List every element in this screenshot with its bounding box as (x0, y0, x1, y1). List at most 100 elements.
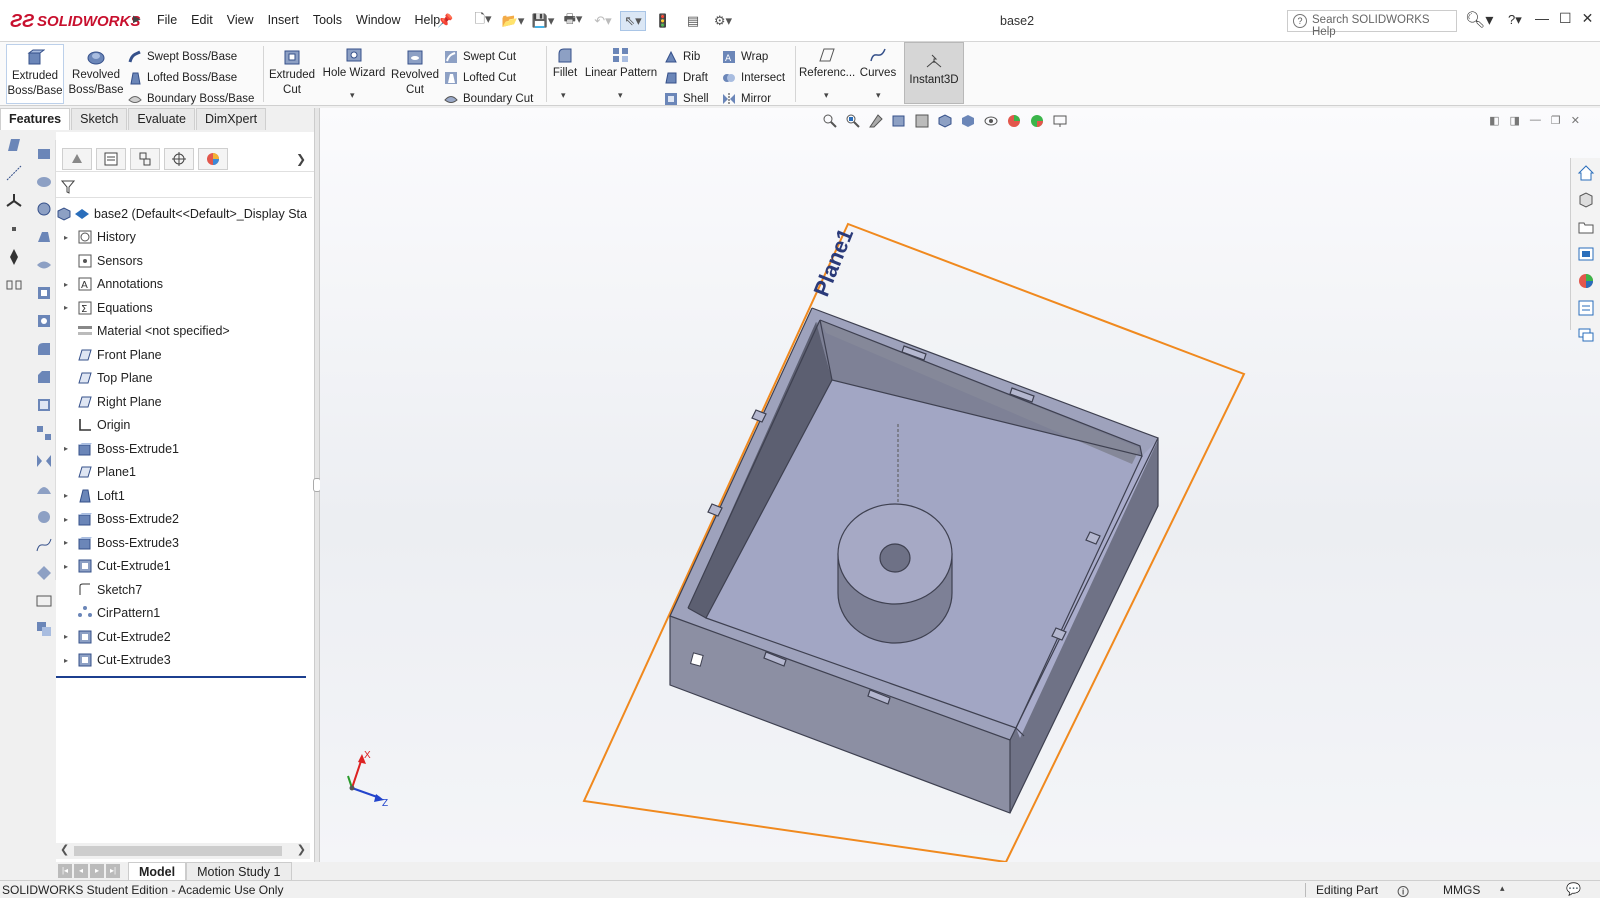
print-icon[interactable]: 🖶▾ (560, 11, 586, 31)
draft-button[interactable]: Draft (664, 69, 708, 87)
solidworks-logo[interactable]: ƧƧ SOLIDWORKS (10, 9, 140, 33)
tab-motion-study-1[interactable]: Motion Study 1 (186, 862, 292, 880)
mirror-button[interactable]: Mirror (722, 90, 771, 108)
tab-sketch[interactable]: Sketch (71, 108, 128, 130)
close-icon[interactable]: ✕ (1582, 10, 1594, 27)
hole-wizard-button[interactable]: Hole Wizard (321, 46, 387, 81)
tree-item-loft1[interactable]: ▸ Loft1 (56, 484, 314, 508)
reference-dropdown-icon[interactable]: ▾ (824, 90, 829, 101)
wrap-button[interactable]: A Wrap (722, 48, 768, 66)
expand-arrow-icon[interactable]: ▸ (61, 444, 71, 453)
expand-arrow-icon[interactable]: ▸ (61, 538, 71, 547)
curves-button[interactable]: Curves (858, 46, 898, 81)
sweep-tool-icon[interactable] (35, 200, 53, 218)
expand-arrow-icon[interactable]: ▸ (61, 562, 71, 571)
tree-item-boss-extrude3[interactable]: ▸ Boss-Extrude3 (56, 531, 314, 555)
help-question-icon[interactable]: ?▾ (1508, 12, 1522, 28)
lofted-cut-button[interactable]: Lofted Cut (444, 69, 516, 87)
expand-arrow-icon[interactable]: ▸ (61, 632, 71, 641)
new-document-icon[interactable]: 🗋▾ (470, 11, 496, 31)
reference-geometry-button[interactable]: Referenc... (799, 46, 855, 81)
dome-tool-icon[interactable] (35, 480, 53, 498)
tree-item-equations[interactable]: ▸ Σ Equations (56, 296, 314, 320)
tab-evaluate[interactable]: Evaluate (128, 108, 195, 130)
triad-icon[interactable] (5, 192, 23, 210)
boundary-boss-base-button[interactable]: Boundary Boss/Base (128, 90, 254, 108)
lofted-boss-base-button[interactable]: Lofted Boss/Base (128, 69, 237, 87)
file-explorer-icon[interactable] (1577, 218, 1595, 236)
options-gear-icon[interactable]: ⚙▾ (710, 11, 736, 31)
custom-properties-icon[interactable] (1577, 299, 1595, 317)
rib-button[interactable]: Rib (664, 48, 700, 66)
swept-cut-button[interactable]: Swept Cut (444, 48, 516, 66)
tree-item-right-plane[interactable]: Right Plane (56, 390, 314, 414)
loft-tool-icon[interactable] (35, 228, 53, 246)
minimize-icon[interactable]: — (1535, 10, 1549, 27)
tree-item-history[interactable]: ▸ History (56, 226, 314, 250)
cylinder-bore-hole[interactable] (879, 543, 911, 573)
pin-menu-icon[interactable]: 📌 (437, 13, 453, 29)
chamfer-tool-icon[interactable] (35, 368, 53, 386)
intersect-button[interactable]: Intersect (722, 69, 785, 87)
tab-features[interactable]: Features (0, 108, 71, 130)
expand-arrow-icon[interactable]: ▸ (61, 515, 71, 524)
revolve-tool-icon[interactable] (35, 172, 53, 190)
wrap-tool-icon[interactable] (35, 508, 53, 526)
model-canvas[interactable]: Plane1 X Z (320, 108, 1600, 862)
tab-dimxpert[interactable]: DimXpert (195, 108, 267, 130)
feature-manager-tab-icon[interactable] (62, 147, 92, 170)
swept-boss-base-button[interactable]: Swept Boss/Base (128, 48, 237, 66)
units-selector[interactable]: MMGS (1443, 883, 1480, 897)
open-document-icon[interactable]: 📂▾ (500, 11, 526, 31)
select-arrow-icon[interactable]: ⇖▾ (620, 11, 646, 31)
front-square-hole[interactable] (690, 652, 704, 667)
shell-tool-icon[interactable] (35, 396, 53, 414)
rollback-bar[interactable] (56, 676, 306, 678)
fillet-tool-icon[interactable] (35, 340, 53, 358)
tree-item-cut-extrude1[interactable]: ▸ Cut-Extrude1 (56, 555, 314, 579)
rebuild-status-icon[interactable]: 🛈 (1397, 883, 1409, 898)
fillet-button[interactable]: Fillet (549, 46, 581, 81)
search-icon[interactable]: 🔍︎▾ (1465, 10, 1493, 30)
tree-item-cut-extrude3[interactable]: ▸ Cut-Extrude3 (56, 649, 314, 673)
revolved-cut-button[interactable]: Revolved Cut (390, 48, 440, 98)
tree-root-part[interactable]: base2 (Default<<Default>_Display Sta (56, 202, 314, 226)
tree-item-boss-extrude1[interactable]: ▸ Boss-Extrude1 (56, 437, 314, 461)
menu-edit[interactable]: Edit (184, 13, 220, 27)
scroll-left-icon[interactable]: ❮ (60, 843, 69, 856)
tree-item-material-not-specified[interactable]: Material <not specified> (56, 320, 314, 344)
move-icon[interactable] (5, 248, 23, 266)
point-icon[interactable] (5, 220, 23, 238)
cut-tool-icon[interactable] (35, 284, 53, 302)
boundary-tool-icon[interactable] (35, 256, 53, 274)
view-palette-icon[interactable] (1577, 245, 1595, 263)
tree-item-cirpattern1[interactable]: CirPattern1 (56, 602, 314, 626)
line-icon[interactable] (5, 164, 23, 182)
fillet-dropdown-icon[interactable]: ▾ (561, 90, 566, 101)
extrude-tool-icon[interactable] (35, 144, 53, 162)
tree-item-front-plane[interactable]: Front Plane (56, 343, 314, 367)
boundary-cut-button[interactable]: Boundary Cut (444, 90, 533, 108)
menu-insert[interactable]: Insert (261, 13, 306, 27)
pattern-tool-icon[interactable] (35, 424, 53, 442)
tree-filter-row[interactable] (56, 176, 312, 198)
first-tab-icon[interactable]: |◂ (58, 864, 72, 878)
appearances-scenes-icon[interactable] (1577, 272, 1595, 290)
tree-item-origin[interactable]: Origin (56, 414, 314, 438)
scroll-right-icon[interactable]: ❯ (297, 843, 306, 856)
graphics-area[interactable]: ◧ ◨ — ❐ ✕ Plane1 X Z (320, 108, 1600, 862)
save-icon[interactable]: 💾▾ (530, 11, 556, 31)
expand-arrow-icon[interactable]: ▸ (61, 491, 71, 500)
tree-item-annotations[interactable]: ▸ A Annotations (56, 273, 314, 297)
logo-chevron-right-icon[interactable]: ▶ (133, 14, 141, 25)
tree-item-cut-extrude2[interactable]: ▸ Cut-Extrude2 (56, 625, 314, 649)
menu-tools[interactable]: Tools (306, 13, 349, 27)
hole-tool-icon[interactable] (35, 312, 53, 330)
display-manager-tab-icon[interactable] (198, 147, 228, 170)
split-tool-icon[interactable] (35, 592, 53, 610)
last-tab-icon[interactable]: ▸| (106, 864, 120, 878)
linear-pattern-dropdown-icon[interactable]: ▾ (618, 90, 623, 101)
tab-model[interactable]: Model (128, 862, 187, 880)
file-properties-icon[interactable]: ▤ (680, 11, 706, 31)
menu-window[interactable]: Window (349, 13, 407, 27)
